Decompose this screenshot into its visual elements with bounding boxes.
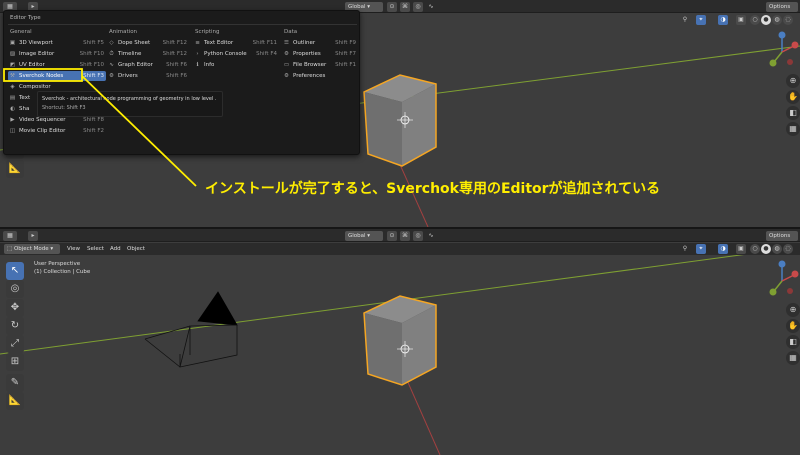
top-viewport[interactable]: ▦ ▸ Global ▾ ⊙ ⌘ ◎ ∿ Options ⚲ ⌖ ◑ ▣ ○ ●… xyxy=(0,0,800,227)
transform-tool-icon[interactable]: ⊞ xyxy=(6,353,24,371)
gizmo-icon[interactable]: ⌖ xyxy=(696,244,706,254)
viewport-header: ⬚ Object Mode ▾ View Select Add Object ⚲… xyxy=(0,243,800,255)
wireframe-shading-icon[interactable]: ○ xyxy=(750,244,760,254)
bottom-top-bar: ▦ ▸ Global ▾ ⊙ ⌘ ◎ ∿ Options xyxy=(0,229,800,242)
transform-orientation-select[interactable]: Global ▾ xyxy=(345,230,383,241)
proportional-edit-icon[interactable]: ◎ xyxy=(413,230,423,241)
grid-view-icon[interactable]: ▦ xyxy=(786,351,800,365)
object-menu[interactable]: Object xyxy=(124,244,148,254)
options-button[interactable]: Options xyxy=(766,230,798,241)
overlay-icon[interactable]: ◑ xyxy=(718,244,728,254)
scale-tool-icon[interactable]: ⤢ xyxy=(6,335,24,353)
editor-type-icon[interactable]: ▦ xyxy=(3,230,17,241)
xray-icon[interactable]: ▣ xyxy=(736,244,746,254)
select-box-tool-icon[interactable]: ↖ xyxy=(6,262,24,280)
measure-tool-icon[interactable]: 📐 xyxy=(6,392,24,410)
annotation-arrow xyxy=(81,75,197,187)
camera-object xyxy=(144,291,238,368)
visibility-icon[interactable]: ⚲ xyxy=(680,244,690,254)
proportional-falloff-icon[interactable]: ∿ xyxy=(426,231,436,241)
pan-hand-icon[interactable]: ✋ xyxy=(786,319,800,333)
add-menu[interactable]: Add xyxy=(107,244,124,254)
solid-shading-icon[interactable]: ● xyxy=(761,244,771,254)
viewport-info: User Perspective (1) Collection | Cube xyxy=(34,260,90,276)
annotation-text: インストールが完了すると、Sverchok専用のEditorが追加されている xyxy=(205,181,661,197)
viewport-grid xyxy=(0,246,800,455)
cube-object xyxy=(363,295,437,386)
snap-icon[interactable]: ⌘ xyxy=(400,230,410,241)
rotate-tool-icon[interactable]: ↻ xyxy=(6,317,24,335)
object-mode-select[interactable]: ⬚ Object Mode ▾ xyxy=(4,244,60,254)
zoom-icon[interactable]: ⊕ xyxy=(786,303,800,317)
move-tool-icon[interactable]: ✥ xyxy=(6,299,24,317)
collection-label: (1) Collection | Cube xyxy=(34,269,91,275)
navigation-gizmo[interactable] xyxy=(760,259,800,301)
rendered-shading-icon[interactable]: ◌ xyxy=(783,244,793,254)
annotate-tool-icon[interactable]: ✎ xyxy=(6,374,24,392)
cursor-tool-icon[interactable]: ◎ xyxy=(6,280,24,298)
select-menu[interactable]: Select xyxy=(84,244,107,254)
bottom-viewport[interactable]: ▦ ▸ Global ▾ ⊙ ⌘ ◎ ∿ Options ⬚ Object Mo… xyxy=(0,229,800,455)
camera-view-icon[interactable]: ◧ xyxy=(786,335,800,349)
perspective-label: User Perspective xyxy=(34,261,81,267)
highlight-box xyxy=(3,68,83,82)
pivot-icon[interactable]: ⊙ xyxy=(387,230,397,241)
play-icon[interactable]: ▸ xyxy=(28,230,38,241)
view-menu[interactable]: View xyxy=(64,244,83,254)
material-shading-icon[interactable]: ◍ xyxy=(772,244,782,254)
